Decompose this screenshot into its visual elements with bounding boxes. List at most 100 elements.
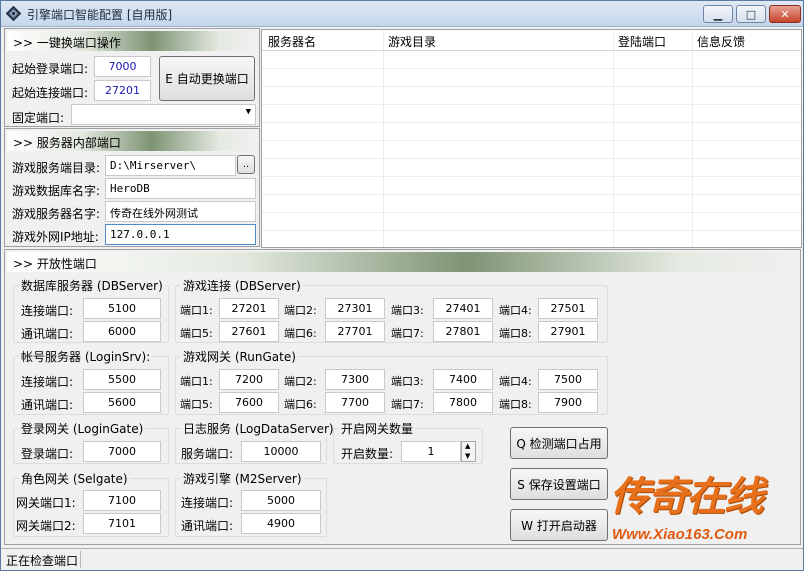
db-port7-label: 端口7: bbox=[391, 327, 424, 340]
db-port3-input[interactable]: 27401 bbox=[433, 298, 493, 319]
rungate-port4-input[interactable]: 7500 bbox=[538, 369, 598, 390]
watermark-text: 传奇在线 bbox=[610, 473, 764, 520]
loginsrv-comm-input[interactable]: 5600 bbox=[83, 392, 161, 413]
selgate-port2-label: 网关端口2: bbox=[16, 519, 76, 533]
db-port8-label: 端口8: bbox=[499, 327, 532, 340]
db-port7-input[interactable]: 27801 bbox=[433, 321, 493, 342]
logdata-port-label: 服务端口: bbox=[181, 447, 234, 461]
column-header-game-dir[interactable]: 游戏目录 bbox=[388, 33, 436, 50]
public-ip-label: 游戏外网IP地址: bbox=[12, 230, 99, 244]
server-name-label: 游戏服务器名字: bbox=[12, 207, 101, 221]
db-port4-label: 端口4: bbox=[499, 304, 532, 317]
m2server-title: 游戏引擎 (M2Server) bbox=[181, 470, 304, 487]
selgate-port1-label: 网关端口1: bbox=[16, 496, 76, 510]
db-port5-input[interactable]: 27601 bbox=[219, 321, 279, 342]
status-bar: 正在检查端口 bbox=[1, 548, 803, 570]
panel-header: >> 服务器内部端口 bbox=[7, 131, 257, 151]
gate-count-title: 开启网关数量 bbox=[339, 420, 416, 437]
gate-count-input[interactable]: 1 bbox=[401, 441, 461, 462]
rungate-port5-label: 端口5: bbox=[180, 398, 213, 411]
loginsrv-title: 帐号服务器 (LoginSrv): bbox=[19, 348, 153, 365]
rungate-port6-input[interactable]: 7700 bbox=[325, 392, 385, 413]
save-port-settings-button[interactable]: S 保存设置端口 bbox=[510, 468, 608, 500]
db-name-input[interactable]: HeroDB bbox=[105, 178, 256, 199]
rungate-port3-input[interactable]: 7400 bbox=[433, 369, 493, 390]
dbserver-connect-input[interactable]: 5100 bbox=[83, 298, 161, 319]
selgate-port1-input[interactable]: 7100 bbox=[83, 490, 161, 511]
column-header-login-port[interactable]: 登陆端口 bbox=[618, 33, 666, 50]
minimize-icon: ▁ bbox=[713, 7, 723, 21]
rungate-title: 游戏网关 (RunGate) bbox=[181, 348, 298, 365]
main-window: 引擎端口智能配置 [自用版] ▁ □ ✕ >> 一键换端口操作 起始登录端口: … bbox=[0, 0, 804, 571]
gate-count-spinner[interactable]: ▲ ▼ bbox=[461, 441, 476, 462]
start-connect-port-label: 起始连接端口: bbox=[12, 86, 89, 100]
maximize-button[interactable]: □ bbox=[736, 5, 766, 23]
db-port5-label: 端口5: bbox=[180, 327, 213, 340]
spin-down-icon[interactable]: ▼ bbox=[465, 452, 470, 460]
db-port6-input[interactable]: 27701 bbox=[325, 321, 385, 342]
column-header-server-name[interactable]: 服务器名 bbox=[268, 33, 316, 50]
start-connect-port-input[interactable]: 27201 bbox=[94, 80, 151, 101]
minimize-button[interactable]: ▁ bbox=[703, 5, 733, 23]
dbserver-comm-label: 通讯端口: bbox=[21, 327, 74, 341]
db-port1-input[interactable]: 27201 bbox=[219, 298, 279, 319]
rungate-port1-input[interactable]: 7200 bbox=[219, 369, 279, 390]
db-name-label: 游戏数据库名字: bbox=[12, 184, 101, 198]
loginsrv-connect-label: 连接端口: bbox=[21, 375, 74, 389]
panel-header: >> 一键换端口操作 bbox=[7, 31, 257, 51]
open-launcher-button[interactable]: W 打开启动器 bbox=[510, 509, 608, 541]
selgate-port2-input[interactable]: 7101 bbox=[83, 513, 161, 534]
internal-ports-panel: >> 服务器内部端口 游戏服务端目录: D:\Mirserver\ .. 游戏数… bbox=[4, 128, 260, 247]
loginsrv-comm-label: 通讯端口: bbox=[21, 398, 74, 412]
db-port1-label: 端口1: bbox=[180, 304, 213, 317]
rungate-port4-label: 端口4: bbox=[499, 375, 532, 388]
m2server-comm-label: 通讯端口: bbox=[181, 519, 234, 533]
rungate-port7-input[interactable]: 7800 bbox=[433, 392, 493, 413]
server-name-input[interactable]: 传奇在线外网测试 bbox=[105, 201, 256, 222]
rungate-port8-input[interactable]: 7900 bbox=[538, 392, 598, 413]
server-list-grid[interactable]: 服务器名 游戏目录 登陆端口 信息反馈 bbox=[261, 29, 802, 248]
logingate-port-input[interactable]: 7000 bbox=[83, 441, 161, 462]
spin-up-icon[interactable]: ▲ bbox=[465, 442, 470, 450]
watermark-url: Www.Xiao163.Com bbox=[612, 526, 748, 543]
db-port4-input[interactable]: 27501 bbox=[538, 298, 598, 319]
panel-header: >> 开放性端口 bbox=[7, 252, 798, 272]
start-login-port-input[interactable]: 7000 bbox=[94, 56, 151, 77]
logingate-port-label: 登录端口: bbox=[21, 447, 74, 461]
db-port2-label: 端口2: bbox=[284, 304, 317, 317]
loginsrv-connect-input[interactable]: 5500 bbox=[83, 369, 161, 390]
rungate-port6-label: 端口6: bbox=[284, 398, 317, 411]
watermark-logo: 传奇在线 Www.Xiao163.Com bbox=[608, 464, 798, 546]
fixed-port-select[interactable]: ▼ bbox=[71, 104, 256, 125]
rungate-port2-input[interactable]: 7300 bbox=[325, 369, 385, 390]
close-icon: ✕ bbox=[780, 7, 790, 21]
rungate-port1-label: 端口1: bbox=[180, 375, 213, 388]
m2server-comm-input[interactable]: 4900 bbox=[241, 513, 321, 534]
fixed-port-label: 固定端口: bbox=[12, 111, 65, 125]
quick-switch-panel: >> 一键换端口操作 起始登录端口: 7000 起始连接端口: 27201 E … bbox=[4, 28, 260, 127]
db-port2-input[interactable]: 27301 bbox=[325, 298, 385, 319]
m2server-connect-input[interactable]: 5000 bbox=[241, 490, 321, 511]
column-header-feedback[interactable]: 信息反馈 bbox=[697, 33, 745, 50]
gate-count-label: 开启数量: bbox=[341, 447, 394, 461]
check-port-usage-button[interactable]: Q 检测端口占用 bbox=[510, 427, 608, 459]
rungate-port7-label: 端口7: bbox=[391, 398, 424, 411]
auto-switch-port-button[interactable]: E 自动更换端口 bbox=[159, 56, 255, 101]
db-port8-input[interactable]: 27901 bbox=[538, 321, 598, 342]
close-button[interactable]: ✕ bbox=[769, 5, 801, 23]
db-port6-label: 端口6: bbox=[284, 327, 317, 340]
maximize-icon: □ bbox=[745, 7, 757, 21]
status-text: 正在检查端口 bbox=[6, 554, 79, 568]
window-title: 引擎端口智能配置 [自用版] bbox=[27, 8, 173, 22]
public-ip-input[interactable]: 127.0.0.1 bbox=[105, 224, 256, 245]
rungate-port8-label: 端口8: bbox=[499, 398, 532, 411]
dbserver-comm-input[interactable]: 6000 bbox=[83, 321, 161, 342]
app-icon bbox=[6, 6, 21, 21]
browse-button[interactable]: .. bbox=[237, 155, 255, 174]
title-bar[interactable]: 引擎端口智能配置 [自用版] ▁ □ ✕ bbox=[1, 1, 803, 27]
open-ports-panel: >> 开放性端口 数据库服务器 (DBServer) 连接端口: 5100 通讯… bbox=[4, 249, 801, 545]
server-dir-input[interactable]: D:\Mirserver\ bbox=[105, 155, 236, 176]
logdata-title: 日志服务 (LogDataServer) bbox=[181, 420, 336, 437]
logdata-port-input[interactable]: 10000 bbox=[241, 441, 321, 462]
rungate-port5-input[interactable]: 7600 bbox=[219, 392, 279, 413]
